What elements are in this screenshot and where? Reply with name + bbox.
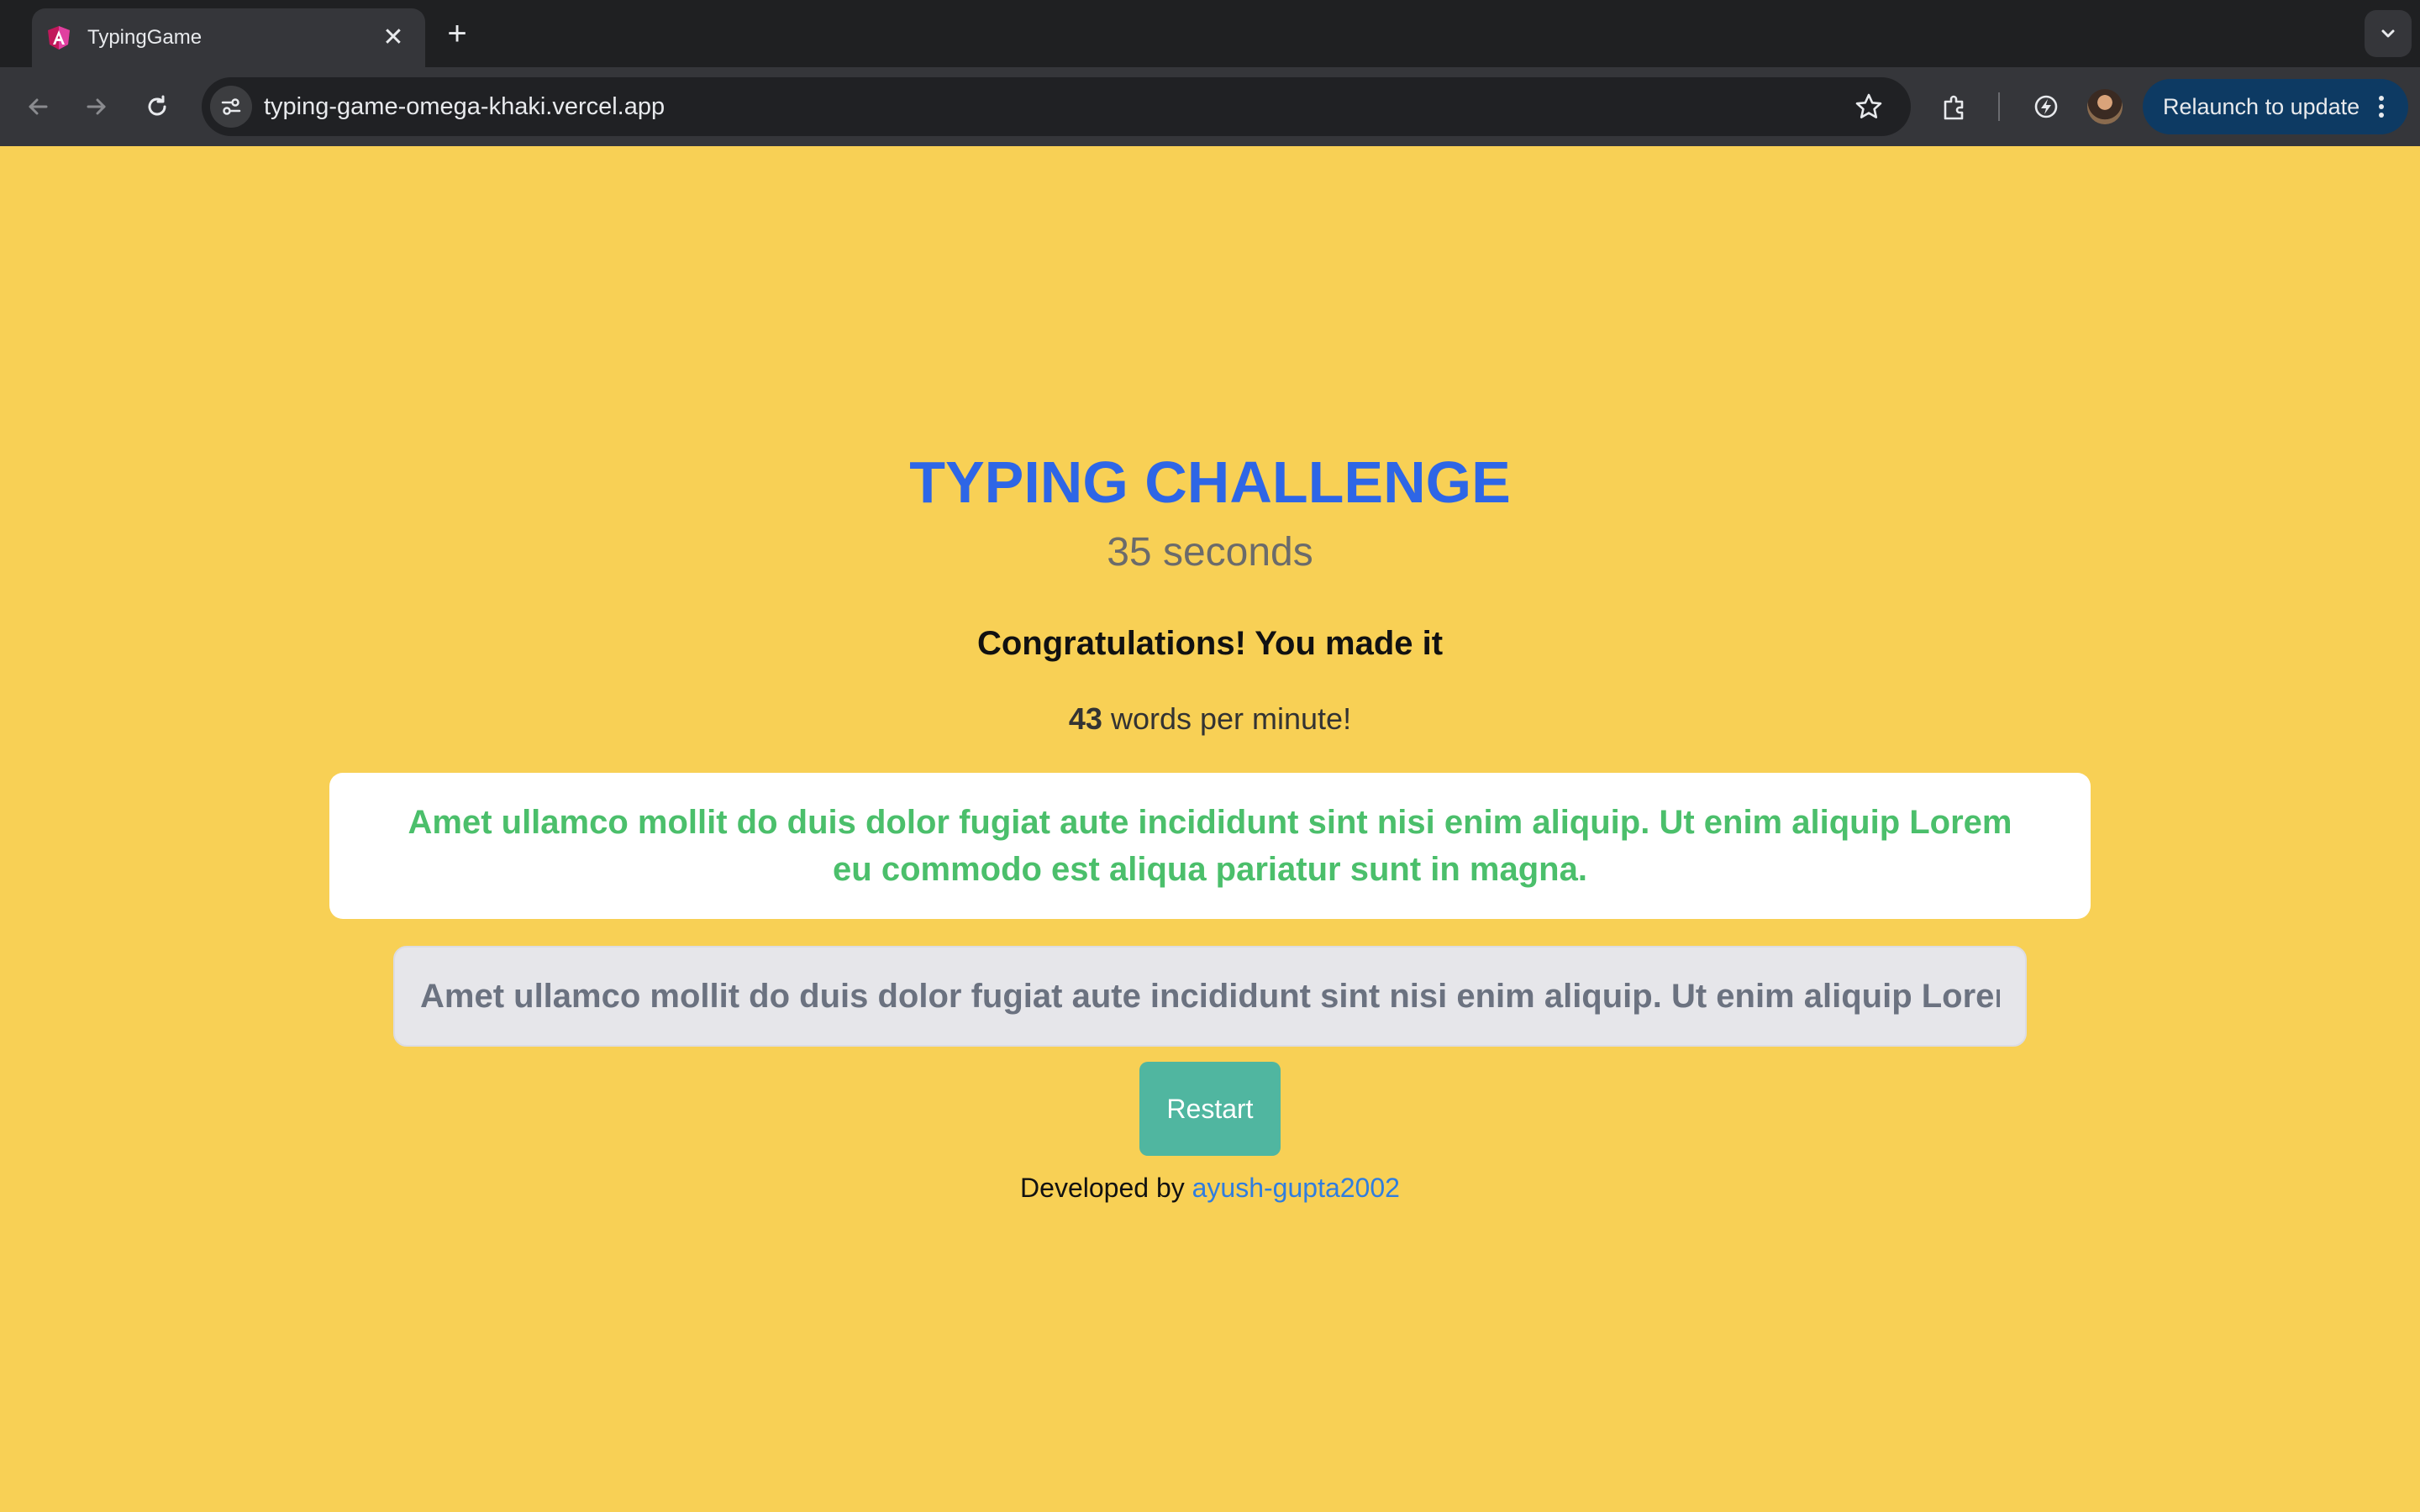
author-link[interactable]: ayush-gupta2002 (1192, 1173, 1400, 1203)
typing-input[interactable] (393, 946, 2027, 1047)
wpm-value: 43 (1068, 701, 1102, 736)
browser-tab[interactable]: TypingGame ✕ (32, 8, 425, 67)
angular-logo-icon (48, 26, 70, 50)
extensions-icon[interactable] (1934, 86, 1976, 128)
reload-icon (148, 95, 166, 116)
tab-strip: TypingGame ✕ + (0, 0, 2420, 67)
target-passage: Amet ullamco mollit do duis dolor fugiat… (329, 773, 2091, 919)
url-text[interactable]: typing-game-omega-khaki.vercel.app (264, 77, 665, 136)
reload-button[interactable] (136, 86, 178, 128)
congrats-message: Congratulations! You made it (976, 625, 1444, 662)
browser-toolbar: typing-game-omega-khaki.vercel.app Relau… (0, 67, 2420, 146)
timer-text: 35 seconds (1107, 530, 1313, 575)
footer-credit: Developed by ayush-gupta2002 (0, 1171, 2420, 1205)
wpm-suffix: words per minute! (1102, 701, 1352, 736)
address-bar[interactable]: typing-game-omega-khaki.vercel.app (202, 77, 1911, 136)
relaunch-button[interactable]: Relaunch to update (2143, 79, 2408, 134)
performance-icon[interactable] (2025, 86, 2067, 128)
relaunch-label: Relaunch to update (2163, 94, 2360, 119)
footer-prefix: Developed by (1020, 1173, 1192, 1203)
close-tab-icon[interactable]: ✕ (380, 25, 407, 50)
tab-title: TypingGame (87, 26, 203, 49)
back-arrow-icon (29, 98, 48, 115)
page-content: TYPING CHALLENGE 35 seconds Congratulati… (0, 146, 2420, 1512)
chevron-down-icon (2381, 29, 2395, 38)
site-settings-icon[interactable] (210, 86, 252, 128)
bookmark-star-icon[interactable] (1849, 87, 1889, 127)
back-button[interactable] (17, 86, 59, 128)
toolbar-divider (1998, 92, 2000, 121)
tab-search-button[interactable] (2365, 10, 2412, 57)
forward-arrow-icon (87, 98, 106, 115)
page-title: TYPING CHALLENGE (909, 449, 1511, 515)
more-menu-icon[interactable] (2373, 79, 2390, 134)
wpm-result: 43 words per minute! (0, 701, 2420, 738)
restart-button[interactable]: Restart (1139, 1062, 1281, 1156)
profile-avatar[interactable] (2087, 89, 2123, 124)
forward-button[interactable] (76, 86, 118, 128)
tune-icon (221, 98, 241, 115)
new-tab-icon[interactable]: + (440, 15, 474, 52)
